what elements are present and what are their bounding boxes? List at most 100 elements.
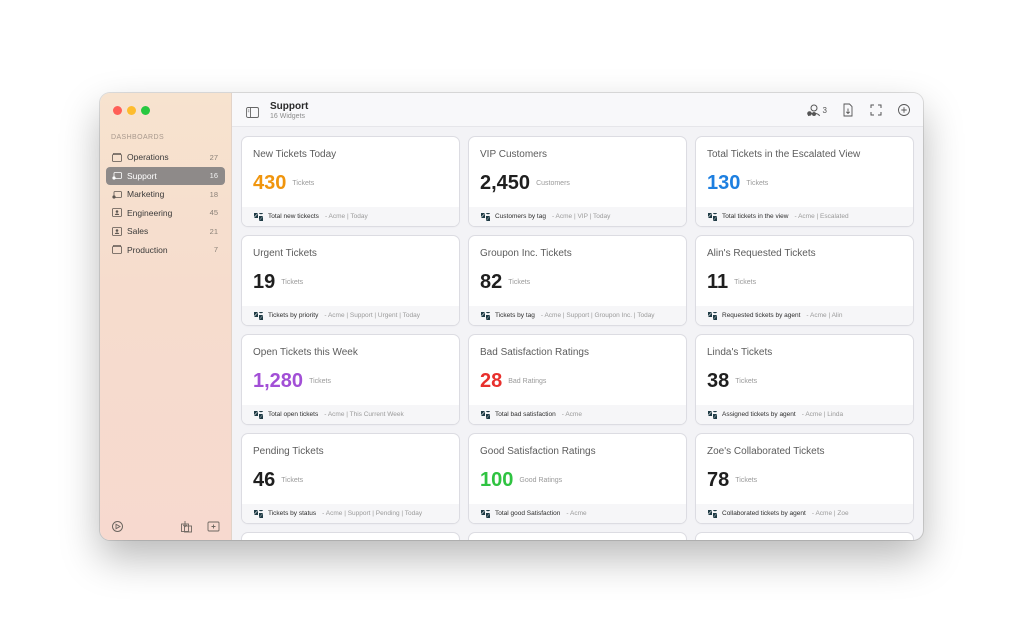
widget-title: Urgent Tickets	[253, 248, 317, 259]
widget-value-row: 430 Tickets	[253, 172, 314, 195]
zendesk-logo-icon	[708, 410, 717, 419]
widget-card-partial[interactable]	[696, 533, 913, 540]
widget-card[interactable]: Linda's Tickets 38 Tickets Assigned tickets…	[696, 335, 913, 424]
widget-source: Total bad satisfaction	[495, 411, 556, 418]
sidebar-item-count: 16	[209, 171, 218, 180]
widget-card[interactable]: Good Satisfaction Ratings 100 Good Ratings…	[469, 434, 686, 523]
widget-value-row: 46 Tickets	[253, 469, 303, 492]
widget-card[interactable]: Urgent Tickets 19 Tickets Tickets by priori…	[242, 236, 459, 325]
users-icon	[806, 104, 820, 116]
widget-value: 28	[480, 370, 503, 392]
widget-meta: - Acme	[561, 411, 582, 418]
sidebar-item-label: Sales	[127, 226, 149, 236]
sidebar-item-count: 21	[209, 226, 218, 236]
support-icon	[112, 171, 122, 180]
widget-source: Customers by tag	[495, 213, 546, 220]
widget-footer: Total tickets in the view - Acme | Escala…	[696, 207, 913, 226]
sidebar-item-engineering[interactable]: Engineering 45	[106, 204, 225, 222]
sidebar-item-sales[interactable]: Sales 21	[106, 222, 225, 240]
engineering-icon	[112, 208, 122, 217]
add-dashboard-icon[interactable]	[207, 520, 220, 533]
widget-title: Zoe's Collaborated Tickets	[707, 446, 825, 457]
marketing-icon	[112, 190, 122, 199]
sidebar-footer	[111, 520, 220, 534]
widget-card[interactable]: Groupon Inc. Tickets 82 Tickets Tickets by …	[469, 236, 686, 325]
sidebar-item-count: 7	[213, 245, 218, 254]
fullscreen-icon[interactable]	[869, 103, 883, 117]
widget-footer: Tickets by priority - Acme | Support | Ur…	[242, 306, 459, 325]
widget-footer: Assigned tickets by agent - Acme | Linda	[696, 405, 913, 424]
widget-meta: - Acme | Zoe	[811, 510, 849, 517]
zendesk-logo-icon	[708, 212, 717, 221]
widget-value: 11	[707, 271, 729, 293]
widget-card[interactable]: Pending Tickets 46 Tickets Tickets by statu…	[242, 434, 459, 523]
sidebar-item-label: Marketing	[127, 189, 165, 199]
export-icon[interactable]	[841, 103, 855, 117]
close-button[interactable]	[113, 106, 122, 115]
widget-meta: - Acme	[566, 510, 587, 517]
widget-unit: Tickets	[508, 279, 531, 286]
widget-value-row: 19 Tickets	[253, 271, 303, 294]
sidebar-item-operations[interactable]: Operations 27	[106, 148, 225, 166]
zendesk-logo-icon	[708, 311, 717, 320]
widget-card-partial[interactable]	[469, 533, 686, 540]
widget-unit: Good Ratings	[519, 477, 563, 484]
widget-value-row: 130 Tickets	[707, 172, 768, 195]
widget-value-row: 11 Tickets	[707, 271, 756, 294]
widget-unit: Tickets	[281, 477, 304, 484]
widget-card[interactable]: Alin's Requested Tickets 11 Tickets Request…	[696, 236, 913, 325]
widget-meta: - Acme | Alin	[806, 312, 843, 319]
settings-icon[interactable]	[111, 520, 124, 533]
widget-title: Linda's Tickets	[707, 347, 773, 358]
dashboard-title: Support	[270, 101, 309, 112]
widget-unit: Tickets	[309, 378, 331, 385]
zoom-button[interactable]	[141, 106, 150, 115]
folder-icon	[112, 245, 122, 254]
sidebar-item-label: Engineering	[127, 207, 173, 218]
widget-card[interactable]: New Tickets Today 430 Tickets Total new tic…	[242, 137, 459, 226]
shared-users-button[interactable]: 3	[806, 104, 827, 117]
sidebar-item-marketing[interactable]: Marketing 18	[106, 185, 225, 203]
widget-unit: Tickets	[281, 279, 304, 286]
widget-title: Groupon Inc. Tickets	[480, 248, 572, 259]
widget-source: Tickets by tag	[495, 312, 535, 319]
sidebar-item-support[interactable]: Support 16	[106, 166, 225, 185]
widget-count: 16 Widgets	[270, 113, 306, 120]
widget-value-row: 28 Bad Ratings	[480, 370, 546, 393]
widget-unit: Tickets	[292, 180, 315, 187]
minimize-button[interactable]	[127, 106, 136, 115]
widget-footer: Customers by tag - Acme | VIP | Today	[469, 207, 686, 226]
sales-icon	[112, 226, 122, 236]
widget-card[interactable]: Open Tickets this Week 1,280 Tickets Total …	[242, 335, 459, 424]
widget-value: 130	[707, 172, 741, 194]
sidebar-section-label: DASHBOARDS	[111, 134, 165, 141]
widget-value: 2,450	[480, 172, 531, 194]
widget-source: Total open tickets	[268, 411, 319, 418]
widget-meta: - Acme | Support | Groupon Inc. | Today	[540, 312, 655, 319]
widget-value: 38	[707, 370, 730, 392]
widget-card[interactable]: Total Tickets in the Escalated View 130 Ti…	[696, 137, 913, 226]
add-widget-icon[interactable]	[897, 103, 911, 117]
sidebar-item-label: Support	[127, 170, 157, 181]
widget-unit: Tickets	[746, 180, 769, 187]
widget-value-row: 38 Tickets	[707, 370, 757, 393]
widget-footer: Requested tickets by agent - Acme | Alin	[696, 306, 913, 325]
zendesk-logo-icon	[481, 311, 490, 320]
zendesk-logo-icon	[254, 509, 263, 518]
sidebar-toggle-icon[interactable]	[246, 105, 259, 118]
import-icon[interactable]	[180, 520, 193, 533]
sidebar-item-production[interactable]: Production 7	[106, 241, 225, 259]
zendesk-logo-icon	[481, 212, 490, 221]
widget-source: Requested tickets by agent	[722, 312, 801, 319]
widget-card[interactable]: VIP Customers 2,450 Customers Customers by …	[469, 137, 686, 226]
sidebar: DASHBOARDS Operations 27 Support 16 Marketin…	[100, 93, 232, 540]
widget-value-row: 82 Tickets	[480, 271, 530, 294]
widget-source: Tickets by status	[268, 510, 317, 517]
widget-card-partial[interactable]	[242, 533, 459, 540]
widget-card[interactable]: Zoe's Collaborated Tickets 78 Tickets Colla…	[696, 434, 913, 523]
widget-card[interactable]: Bad Satisfaction Ratings 28 Bad Ratings Tot…	[469, 335, 686, 424]
widget-meta: - Acme | Support | Urgent | Today	[324, 312, 420, 319]
widget-meta: - Acme | Escalated	[794, 213, 849, 220]
widget-footer: Collaborated tickets by agent - Acme | Zo…	[696, 504, 913, 523]
toolbar: Support 16 Widgets 3	[232, 93, 923, 127]
